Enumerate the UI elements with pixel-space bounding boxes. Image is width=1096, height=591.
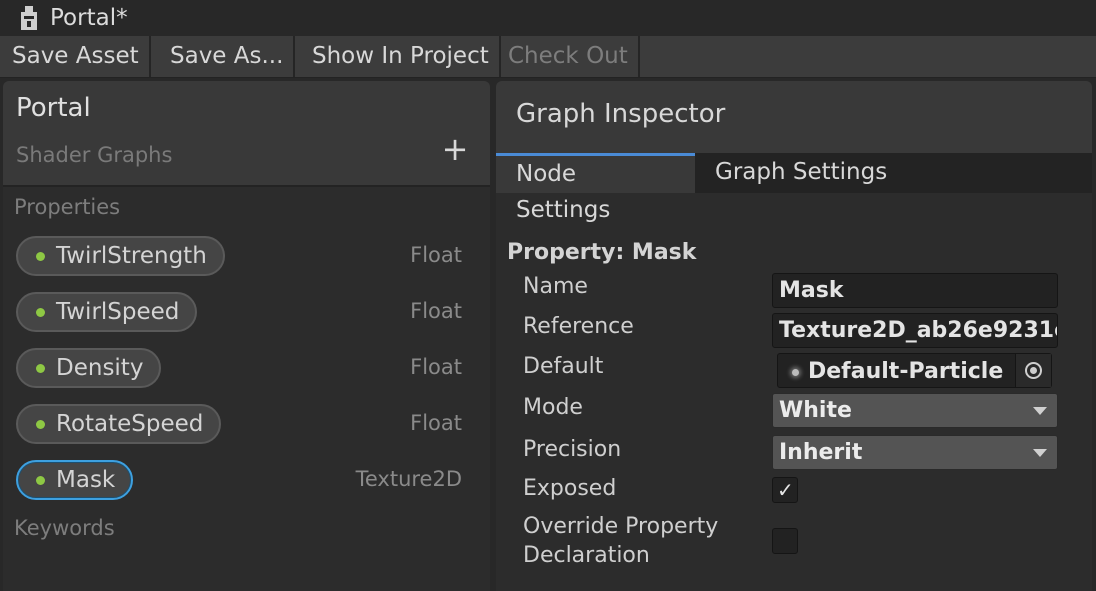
property-name: Density (56, 355, 144, 381)
object-picker-icon[interactable] (1015, 354, 1051, 387)
exposed-dot-icon (36, 308, 45, 317)
property-pill-rotatespeed[interactable]: RotateSpeed (16, 404, 222, 444)
property-pill-mask[interactable]: Mask (16, 460, 134, 500)
chevron-down-icon (1033, 449, 1047, 457)
exposed-label: Exposed (523, 476, 617, 501)
override-declaration-label: Override Property Declaration (523, 512, 718, 570)
reference-label: Reference (523, 314, 634, 339)
checkmark-icon: ✓ (777, 478, 794, 502)
graph-inspector-panel: Graph Inspector Node Settings Graph Sett… (496, 81, 1092, 591)
tab-node-settings[interactable]: Node Settings (496, 153, 695, 223)
default-label: Default (523, 354, 604, 379)
property-name: RotateSpeed (56, 411, 204, 437)
property-heading: Property: Mask (507, 240, 697, 265)
name-field[interactable]: Mask (772, 273, 1058, 308)
mode-dropdown[interactable]: White (772, 393, 1058, 428)
blackboard-header: Portal Shader Graphs + (3, 81, 490, 187)
shader-graph-icon (21, 6, 37, 30)
window-title: Portal* (50, 5, 128, 31)
property-name: Mask (56, 467, 116, 493)
property-type: Float (410, 243, 462, 267)
override-label-line1: Override Property (523, 514, 719, 539)
window-title-bar: Portal* (0, 0, 1096, 36)
inspector-tabs: Node Settings Graph Settings (496, 153, 1092, 223)
default-texture-name: Default-Particle (808, 359, 1004, 384)
check-out-button[interactable]: Check Out (498, 36, 640, 77)
default-texture-field[interactable]: Default-Particle (777, 353, 1052, 388)
property-pill-density[interactable]: Density (16, 348, 162, 388)
add-property-button[interactable]: + (439, 129, 471, 169)
property-pill-twirlspeed[interactable]: TwirlSpeed (16, 292, 198, 332)
save-asset-button[interactable]: Save Asset (2, 36, 151, 77)
override-declaration-checkbox[interactable] (772, 528, 798, 554)
mode-value: White (779, 398, 852, 423)
property-name: TwirlSpeed (56, 299, 180, 325)
blackboard-subtitle: Shader Graphs (16, 143, 173, 167)
exposed-dot-icon (36, 364, 45, 373)
exposed-checkbox[interactable]: ✓ (772, 477, 798, 503)
property-type: Float (410, 299, 462, 323)
precision-label: Precision (523, 437, 622, 462)
property-name: TwirlStrength (56, 243, 207, 269)
exposed-dot-icon (36, 420, 45, 429)
chevron-down-icon (1033, 407, 1047, 415)
precision-value: Inherit (779, 440, 863, 465)
exposed-dot-icon (36, 476, 45, 485)
property-type: Texture2D (355, 467, 462, 491)
precision-dropdown[interactable]: Inherit (772, 435, 1058, 470)
exposed-dot-icon (36, 252, 45, 261)
properties-section-label[interactable]: Properties (14, 195, 120, 219)
save-as-button[interactable]: Save As... (160, 36, 296, 77)
blackboard-panel: Portal Shader Graphs + Properties TwirlS… (3, 81, 490, 591)
property-type: Float (410, 411, 462, 435)
reference-field[interactable]: Texture2D_ab26e9231c (772, 313, 1058, 348)
mode-label: Mode (523, 395, 583, 420)
name-label: Name (523, 274, 588, 299)
texture-thumbnail-icon (792, 369, 799, 376)
property-type: Float (410, 355, 462, 379)
toolbar: Save Asset Save As... Show In Project Ch… (0, 36, 1096, 78)
keywords-section-label[interactable]: Keywords (14, 516, 115, 540)
blackboard-title: Portal (16, 93, 91, 123)
inspector-title: Graph Inspector (516, 99, 726, 129)
inspector-header: Graph Inspector (496, 81, 1092, 153)
override-label-line2: Declaration (523, 543, 650, 568)
property-pill-twirlstrength[interactable]: TwirlStrength (16, 236, 225, 276)
show-in-project-button[interactable]: Show In Project (302, 36, 501, 77)
tab-graph-settings[interactable]: Graph Settings (695, 153, 907, 193)
